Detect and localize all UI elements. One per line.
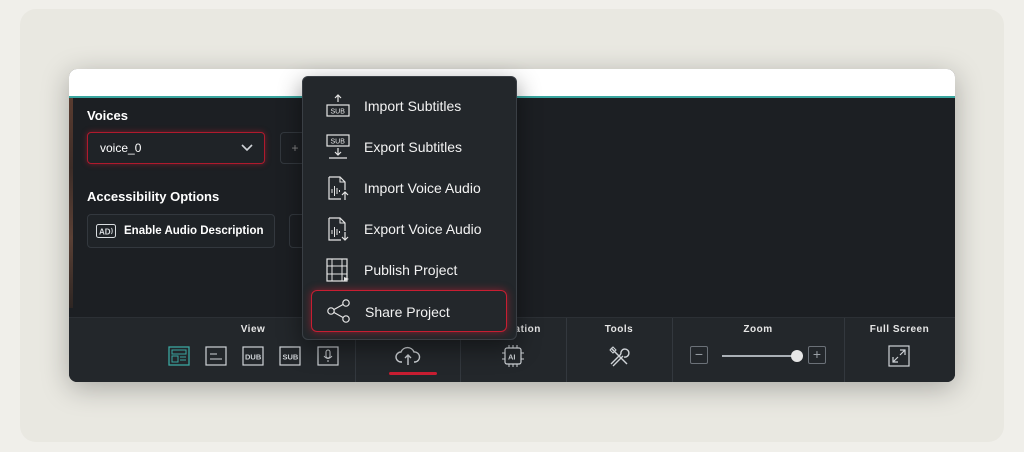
svg-text:SUB: SUB xyxy=(283,353,299,362)
svg-text:SUB: SUB xyxy=(331,139,346,146)
active-tab-indicator xyxy=(389,372,437,375)
menu-item-share-project[interactable]: Share Project xyxy=(311,290,507,332)
layout-icon[interactable] xyxy=(168,345,190,367)
fullscreen-title: Full Screen xyxy=(869,324,930,335)
enable-audio-description-button[interactable]: AD Enable Audio Description xyxy=(87,214,275,248)
sub-button[interactable]: SUB xyxy=(279,345,301,367)
voice-select[interactable]: voice_0 xyxy=(87,132,265,164)
menu-item-export-voice-audio[interactable]: Export Voice Audio xyxy=(311,210,507,248)
voices-heading: Voices xyxy=(87,108,128,123)
cloud-upload-icon[interactable] xyxy=(395,344,421,368)
chevron-down-icon xyxy=(240,140,254,157)
accessibility-heading: Accessibility Options xyxy=(87,189,220,204)
export-share-menu: SUB Import Subtitles SUB Export Subtitle… xyxy=(302,76,517,340)
ai-chip-icon[interactable]: AI xyxy=(502,345,524,367)
menu-item-export-subtitles[interactable]: SUB Export Subtitles xyxy=(311,128,507,166)
svg-text:AI: AI xyxy=(508,353,516,362)
menu-item-import-voice-audio[interactable]: Import Voice Audio xyxy=(311,169,507,207)
subtitle-lines-icon[interactable] xyxy=(205,345,227,367)
voice-select-value: voice_0 xyxy=(100,141,142,155)
tools-icon[interactable] xyxy=(608,345,630,367)
export-subtitles-icon: SUB xyxy=(325,134,351,160)
zoom-title: Zoom xyxy=(743,324,773,335)
menu-item-import-subtitles[interactable]: SUB Import Subtitles xyxy=(311,87,507,125)
microphone-icon[interactable] xyxy=(317,345,339,367)
share-icon xyxy=(326,298,352,324)
zoom-out-button[interactable]: − xyxy=(690,346,708,364)
publish-project-icon xyxy=(325,257,351,283)
menu-item-publish-project[interactable]: Publish Project xyxy=(311,251,507,289)
svg-text:SUB: SUB xyxy=(331,109,346,116)
dub-button[interactable]: DUB xyxy=(242,345,264,367)
tools-title: Tools xyxy=(604,324,634,335)
expand-icon[interactable] xyxy=(888,345,910,367)
enable-audio-description-label: Enable Audio Description xyxy=(124,225,264,237)
audio-description-icon: AD xyxy=(96,224,116,241)
svg-text:DUB: DUB xyxy=(245,353,262,362)
svg-text:AD: AD xyxy=(99,228,111,237)
export-voice-audio-icon xyxy=(325,216,351,242)
zoom-group: Zoom − + xyxy=(672,318,845,382)
tools-group: Tools xyxy=(566,318,673,382)
zoom-slider-handle[interactable] xyxy=(791,350,803,362)
fullscreen-group: Full Screen xyxy=(844,318,955,382)
import-voice-audio-icon xyxy=(325,175,351,201)
import-subtitles-icon: SUB xyxy=(325,93,351,119)
zoom-slider-track[interactable] xyxy=(722,355,796,357)
zoom-in-button[interactable]: + xyxy=(808,346,826,364)
